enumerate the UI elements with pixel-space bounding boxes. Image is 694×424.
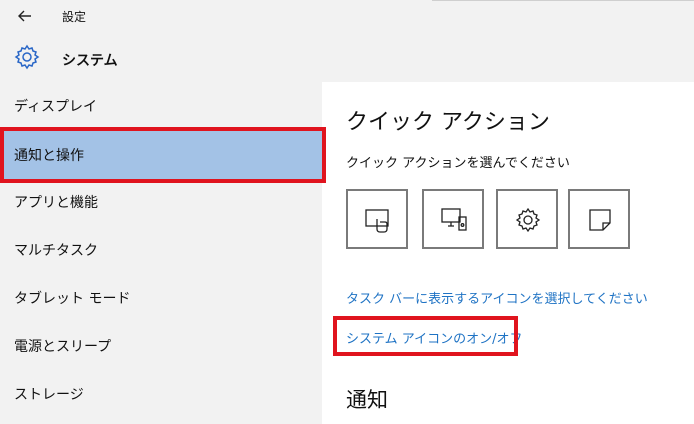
sidebar-item-label: ディスプレイ <box>14 99 98 115</box>
system-gear-icon <box>14 44 40 70</box>
quick-action-tile-note[interactable] <box>568 189 630 249</box>
section-title-quick-actions: クイック アクション <box>346 110 550 135</box>
sidebar-item-label: タブレット モード <box>14 291 131 307</box>
sidebar-item-apps-features[interactable]: アプリと機能 <box>0 178 322 226</box>
sidebar-item-label: 電源とスリープ <box>14 339 112 355</box>
section-title-notifications: 通知 <box>346 388 388 412</box>
page-title: システム <box>62 53 118 69</box>
sidebar-item-storage[interactable]: ストレージ <box>0 370 322 418</box>
window-edge-line <box>432 0 694 1</box>
sidebar-item-tablet-mode[interactable]: タブレット モード <box>0 274 322 322</box>
quick-action-tile-connect[interactable] <box>422 189 484 249</box>
title-bar <box>0 0 694 32</box>
quick-action-tile-tablet-mode[interactable] <box>346 189 408 249</box>
connect-icon <box>441 208 467 231</box>
sidebar-item-label: ストレージ <box>14 387 84 403</box>
note-icon <box>589 209 611 231</box>
sidebar-item-multitasking[interactable]: マルチタスク <box>0 226 322 274</box>
back-arrow-icon[interactable] <box>16 7 34 25</box>
highlight-box-link <box>333 316 518 356</box>
quick-actions-subtitle: クイック アクションを選んでください <box>346 156 570 171</box>
link-select-taskbar-icons[interactable]: タスク バーに表示するアイコンを選択してください <box>346 288 648 307</box>
window-title: 設定 <box>62 10 87 24</box>
sidebar-item-label: アプリと機能 <box>14 195 98 211</box>
highlight-box-sidebar <box>0 127 326 183</box>
gear-icon <box>515 207 541 233</box>
sidebar-item-display[interactable]: ディスプレイ <box>0 82 322 130</box>
sidebar-item-label: マルチタスク <box>14 243 98 259</box>
sidebar-item-power-sleep[interactable]: 電源とスリープ <box>0 322 322 370</box>
tablet-mode-icon <box>365 209 389 233</box>
quick-action-tile-settings[interactable] <box>496 189 558 249</box>
